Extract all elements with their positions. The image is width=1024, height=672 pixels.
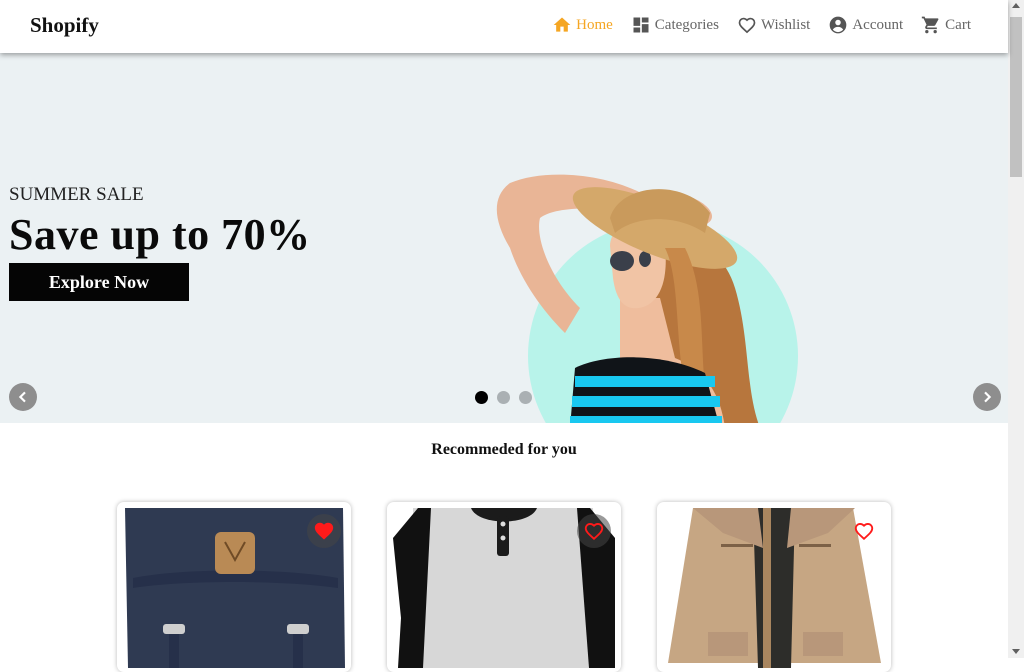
hero-subtitle: SUMMER SALE	[9, 184, 144, 205]
nav-categories[interactable]: Categories	[631, 15, 719, 35]
carousel-indicators	[475, 391, 532, 404]
product-card-henley-shirt[interactable]	[387, 502, 621, 672]
navbar: Shopify Home Categories Wishlist Account…	[0, 0, 1008, 53]
carousel-dot-3[interactable]	[519, 391, 532, 404]
nav-cart[interactable]: Cart	[921, 15, 971, 35]
nav-categories-label: Categories	[654, 16, 719, 33]
product-card-khaki-jacket[interactable]	[657, 502, 891, 672]
brand-logo[interactable]: Shopify	[30, 13, 99, 38]
hero-banner: SUMMER SALE Save up to 70% Explore Now	[0, 53, 1008, 423]
wishlist-toggle-khaki-jacket[interactable]	[847, 514, 881, 548]
chevron-left-icon	[18, 391, 26, 403]
heart-outline-icon	[738, 17, 756, 34]
scroll-down-arrow[interactable]	[1012, 649, 1020, 654]
nav-home-label: Home	[576, 16, 613, 33]
nav-menu: Home Categories Wishlist Account Cart	[552, 15, 971, 35]
home-icon	[553, 17, 571, 32]
nav-home[interactable]: Home	[552, 15, 613, 35]
hero-model-image	[496, 174, 759, 423]
account-circle-icon	[830, 16, 847, 34]
scroll-thumb[interactable]	[1010, 17, 1022, 177]
carousel-dot-2[interactable]	[497, 391, 510, 404]
scroll-up-arrow[interactable]	[1012, 3, 1020, 8]
cart-icon	[922, 16, 939, 34]
chevron-right-icon	[984, 391, 992, 403]
wishlist-toggle-backpack[interactable]	[307, 514, 341, 548]
nav-account-label: Account	[852, 16, 904, 33]
product-card-backpack[interactable]	[117, 502, 351, 672]
recommended-heading: Recommeded for you	[431, 441, 577, 458]
page-scrollbar[interactable]	[1008, 0, 1024, 658]
nav-account[interactable]: Account	[828, 15, 903, 35]
heart-outline-icon	[584, 523, 604, 541]
carousel-next-button[interactable]	[973, 383, 1001, 411]
heart-outline-icon	[854, 523, 874, 541]
nav-wishlist-label: Wishlist	[760, 16, 811, 33]
carousel-dot-1[interactable]	[475, 391, 488, 404]
explore-now-button[interactable]: Explore Now	[9, 263, 189, 301]
hero-title: Save up to 70%	[9, 210, 311, 259]
carousel-prev-button[interactable]	[9, 383, 37, 411]
wishlist-toggle-henley-shirt[interactable]	[577, 514, 611, 548]
nav-wishlist[interactable]: Wishlist	[737, 15, 810, 35]
heart-filled-icon	[314, 522, 334, 540]
nav-cart-label: Cart	[945, 16, 971, 33]
grid-icon	[633, 17, 649, 33]
